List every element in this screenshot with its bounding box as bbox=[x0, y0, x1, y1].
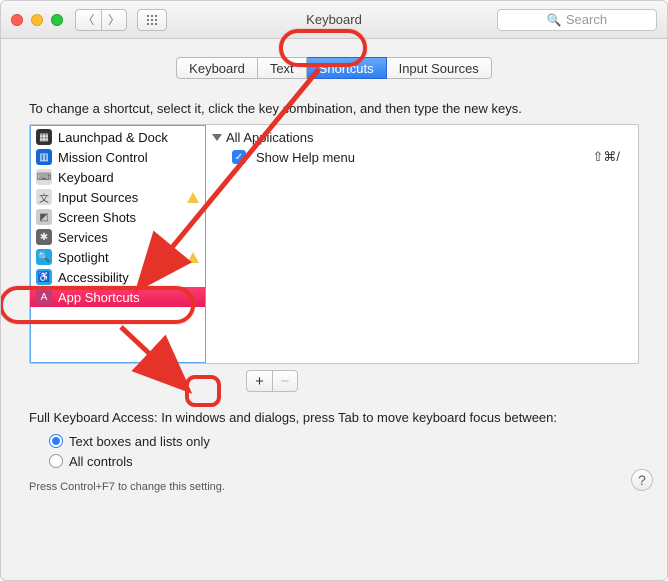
search-field[interactable]: 🔍 Search bbox=[497, 9, 657, 31]
screenshot-icon: ◩ bbox=[36, 209, 52, 225]
category-label: Keyboard bbox=[58, 170, 114, 185]
category-screen-shots[interactable]: ◩ Screen Shots bbox=[30, 207, 205, 227]
zoom-window-button[interactable] bbox=[51, 14, 63, 26]
category-input-sources[interactable]: 文 Input Sources bbox=[30, 187, 205, 207]
instruction-text: To change a shortcut, select it, click t… bbox=[29, 101, 639, 116]
services-icon: ✱ bbox=[36, 229, 52, 245]
shortcut-detail: All Applications ✓ Show Help menu ⇧⌘/ bbox=[206, 125, 638, 363]
radio-icon bbox=[49, 434, 63, 448]
category-app-shortcuts[interactable]: A App Shortcuts bbox=[30, 287, 205, 307]
close-window-button[interactable] bbox=[11, 14, 23, 26]
add-shortcut-button[interactable]: + bbox=[246, 370, 272, 392]
category-keyboard[interactable]: ⌨ Keyboard bbox=[30, 167, 205, 187]
preferences-window: 〈 〉 Keyboard 🔍 Search Keyboard Text Shor… bbox=[0, 0, 668, 581]
tab-bar: Keyboard Text Shortcuts Input Sources bbox=[29, 57, 639, 79]
keyboard-icon: ⌨ bbox=[36, 169, 52, 185]
warning-icon bbox=[187, 252, 199, 263]
category-launchpad[interactable]: ▦ Launchpad & Dock bbox=[30, 127, 205, 147]
category-mission-control[interactable]: ▥ Mission Control bbox=[30, 147, 205, 167]
full-keyboard-access-options: Text boxes and lists only All controls bbox=[49, 431, 639, 471]
shortcut-value[interactable]: ⇧⌘/ bbox=[592, 149, 632, 165]
mission-control-icon: ▥ bbox=[36, 149, 52, 165]
radio-label: Text boxes and lists only bbox=[69, 434, 210, 449]
back-button[interactable]: 〈 bbox=[75, 9, 101, 31]
forward-button[interactable]: 〉 bbox=[101, 9, 127, 31]
launchpad-icon: ▦ bbox=[36, 129, 52, 145]
category-label: Services bbox=[58, 230, 108, 245]
category-label: App Shortcuts bbox=[58, 290, 140, 305]
remove-shortcut-button[interactable]: − bbox=[272, 370, 298, 392]
traffic-lights bbox=[11, 14, 63, 26]
category-label: Screen Shots bbox=[58, 210, 136, 225]
category-spotlight[interactable]: 🔍 Spotlight bbox=[30, 247, 205, 267]
full-keyboard-access-note: Press Control+F7 to change this setting. bbox=[29, 481, 639, 493]
grid-icon bbox=[146, 14, 158, 26]
category-list[interactable]: ▦ Launchpad & Dock ▥ Mission Control ⌨ K… bbox=[30, 125, 206, 363]
tab-input-sources[interactable]: Input Sources bbox=[387, 57, 492, 79]
radio-all-controls[interactable]: All controls bbox=[49, 451, 639, 471]
tab-group: Keyboard Text Shortcuts Input Sources bbox=[176, 57, 492, 79]
annotation-add-button bbox=[185, 375, 221, 407]
shortcut-label: Show Help menu bbox=[256, 150, 355, 165]
input-sources-icon: 文 bbox=[36, 189, 52, 205]
titlebar: 〈 〉 Keyboard 🔍 Search bbox=[1, 1, 667, 39]
radio-text-boxes-only[interactable]: Text boxes and lists only bbox=[49, 431, 639, 451]
add-remove-buttons: + − bbox=[246, 370, 639, 392]
disclosure-triangle-icon[interactable] bbox=[212, 134, 222, 141]
tab-keyboard[interactable]: Keyboard bbox=[176, 57, 258, 79]
detail-group-label: All Applications bbox=[226, 130, 313, 145]
search-icon: 🔍 bbox=[547, 13, 562, 27]
category-label: Accessibility bbox=[58, 270, 129, 285]
category-label: Spotlight bbox=[58, 250, 109, 265]
warning-icon bbox=[187, 192, 199, 203]
search-placeholder: Search bbox=[566, 12, 607, 27]
tab-text[interactable]: Text bbox=[258, 57, 307, 79]
help-button[interactable]: ? bbox=[631, 469, 653, 491]
shortcut-panels: ▦ Launchpad & Dock ▥ Mission Control ⌨ K… bbox=[29, 124, 639, 364]
category-services[interactable]: ✱ Services bbox=[30, 227, 205, 247]
nav-buttons: 〈 〉 bbox=[75, 9, 127, 31]
shortcut-checkbox[interactable]: ✓ bbox=[232, 150, 246, 164]
radio-icon bbox=[49, 454, 63, 468]
category-label: Mission Control bbox=[58, 150, 148, 165]
category-label: Input Sources bbox=[58, 190, 138, 205]
category-label: Launchpad & Dock bbox=[58, 130, 168, 145]
shortcut-row[interactable]: ✓ Show Help menu ⇧⌘/ bbox=[206, 147, 638, 167]
app-shortcuts-icon: A bbox=[36, 289, 52, 305]
category-accessibility[interactable]: ♿ Accessibility bbox=[30, 267, 205, 287]
detail-group-header[interactable]: All Applications bbox=[206, 127, 638, 147]
spotlight-icon: 🔍 bbox=[36, 249, 52, 265]
minimize-window-button[interactable] bbox=[31, 14, 43, 26]
full-keyboard-access-label: Full Keyboard Access: In windows and dia… bbox=[29, 410, 639, 425]
radio-label: All controls bbox=[69, 454, 133, 469]
tab-shortcuts[interactable]: Shortcuts bbox=[307, 57, 387, 79]
content-area: Keyboard Text Shortcuts Input Sources To… bbox=[1, 39, 667, 505]
accessibility-icon: ♿ bbox=[36, 269, 52, 285]
show-all-button[interactable] bbox=[137, 9, 167, 31]
